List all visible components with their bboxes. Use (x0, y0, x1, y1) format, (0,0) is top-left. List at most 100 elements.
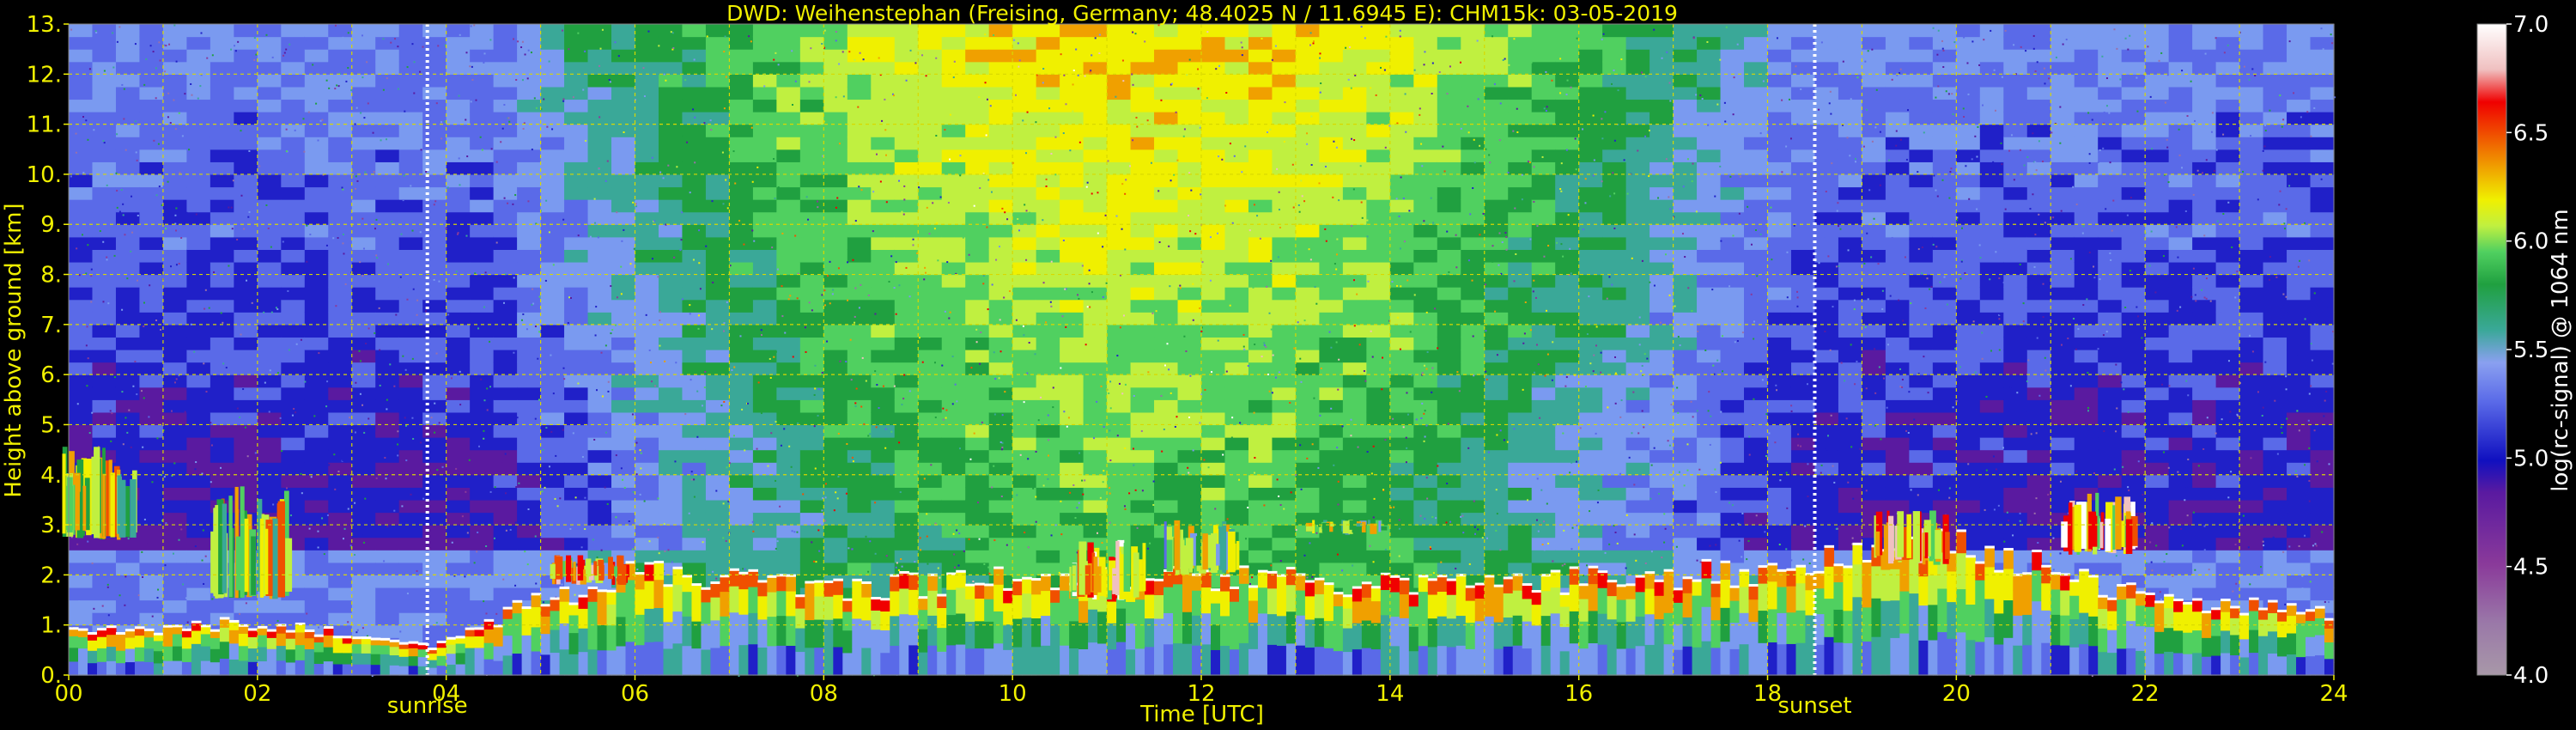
field-cell (470, 161, 495, 175)
field-cell (965, 362, 990, 375)
field-cell (1697, 299, 1722, 313)
field-cell (1720, 236, 1745, 250)
field-cell (1862, 399, 1886, 413)
field-cell (1248, 74, 1273, 88)
field-cell (941, 299, 966, 313)
field-cell (375, 224, 400, 238)
field-cell (587, 374, 612, 388)
field-cell (635, 199, 659, 213)
field-cell (2263, 449, 2287, 463)
field-cell (1366, 149, 1391, 162)
field-cell (1060, 224, 1084, 238)
field-cell (493, 362, 518, 375)
field-cell (1673, 437, 1698, 451)
field-cell (446, 512, 471, 526)
field-cell (1413, 499, 1438, 514)
field-cell (611, 124, 636, 137)
field-cell (1625, 350, 1650, 363)
field-cell (1767, 437, 1792, 451)
field-cell (1720, 211, 1745, 225)
field-cell (847, 211, 872, 225)
field-cell (1885, 337, 1910, 350)
field-cell (564, 211, 589, 225)
field-cell (2168, 249, 2193, 263)
field-cell (1885, 350, 1910, 363)
field-cell (1389, 537, 1414, 551)
field-cell (705, 99, 731, 113)
field-cell (1036, 525, 1060, 538)
field-cell (1814, 49, 1839, 63)
field-cell (611, 437, 636, 451)
field-cell (729, 362, 754, 375)
field-cell (281, 137, 306, 150)
field-cell (1201, 312, 1226, 325)
field-cell (2287, 211, 2312, 225)
field-cell (115, 99, 141, 113)
field-cell (1012, 99, 1037, 113)
field-cell (1083, 74, 1108, 88)
field-cell (894, 124, 919, 137)
field-cell (139, 112, 164, 125)
field-cell (1862, 173, 1886, 188)
field-cell (1909, 299, 1934, 313)
field-cell (1154, 211, 1179, 225)
field-cell (351, 474, 376, 488)
field-cell (776, 199, 801, 213)
field-cell (493, 499, 518, 514)
field-cell (470, 137, 495, 150)
field-cell (351, 537, 376, 551)
field-cell (1862, 74, 1886, 88)
field-cell (210, 211, 234, 225)
field-cell (1437, 362, 1461, 375)
field-cell (1555, 24, 1580, 38)
field-cell (1932, 173, 1957, 188)
field-cell (304, 424, 329, 438)
field-cell (162, 86, 187, 100)
field-cell (1697, 61, 1722, 75)
field-cell (776, 374, 801, 388)
field-cell (1177, 499, 1202, 514)
field-cell (186, 124, 211, 137)
field-cell (2050, 386, 2075, 400)
field-cell (1201, 299, 1226, 313)
field-cell (1272, 350, 1297, 363)
field-cell (1508, 274, 1533, 288)
field-cell (2145, 74, 2170, 88)
field-cell (2050, 186, 2075, 200)
field-cell (1319, 562, 1344, 575)
field-cell (1130, 211, 1155, 225)
field-cell (1342, 61, 1367, 75)
field-cell (1720, 161, 1745, 175)
field-cell (564, 236, 589, 250)
field-cell (2145, 424, 2170, 438)
field-cell (375, 211, 400, 225)
field-cell (1555, 124, 1580, 137)
field-cell (871, 399, 896, 413)
field-cell (139, 137, 164, 150)
field-cell (1508, 312, 1533, 325)
field-cell (705, 449, 731, 463)
field-cell (139, 186, 164, 200)
field-cell (1744, 499, 1769, 514)
field-cell (1862, 186, 1886, 200)
field-cell (1154, 324, 1179, 338)
field-cell (658, 236, 683, 250)
field-cell (611, 374, 636, 388)
field-cell (1248, 173, 1273, 188)
field-cell (752, 287, 777, 301)
field-cell (965, 112, 990, 125)
field-cell (965, 324, 990, 338)
field-cell (1697, 149, 1722, 162)
field-cell (965, 449, 990, 463)
field-cell (1484, 287, 1509, 301)
field-cell (210, 199, 234, 213)
field-cell (139, 512, 164, 526)
field-cell (139, 249, 164, 263)
field-cell (682, 199, 707, 213)
field-cell (2263, 124, 2287, 137)
field-cell (1673, 537, 1698, 551)
field-cell (2121, 337, 2146, 350)
field-cell (186, 161, 211, 175)
field-cell (1932, 161, 1957, 175)
field-cell (1909, 411, 1934, 426)
